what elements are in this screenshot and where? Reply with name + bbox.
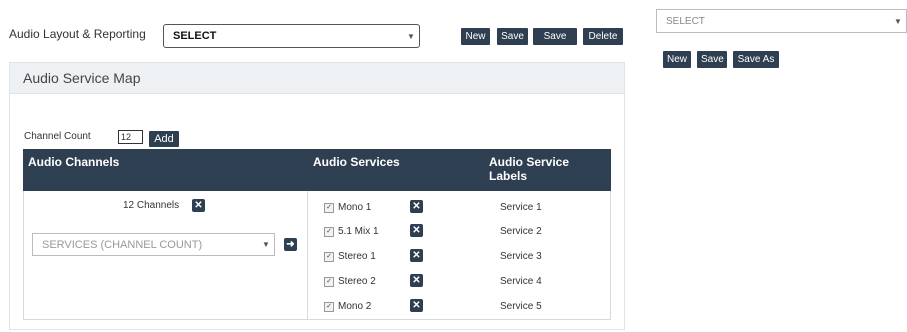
close-icon[interactable]: ✕ [410,274,423,287]
checkbox-checked-icon[interactable]: ✓ [324,277,334,287]
col-audio-services: Audio Services [313,155,400,169]
service-label-3: Service 3 [500,251,542,262]
right-save-as-button[interactable]: Save As [733,51,779,68]
service-name-2: 5.1 Mix 1 [338,226,379,237]
col-audio-service-labels: Audio Service Labels [489,155,569,183]
service-label-2: Service 2 [500,226,542,237]
right-select[interactable]: SELECT ▼ [656,9,907,33]
delete-button[interactable]: Delete [583,28,623,45]
checkbox-checked-icon[interactable]: ✓ [324,227,334,237]
panel-header: Audio Service Map [10,63,624,94]
new-button[interactable]: New [461,28,490,45]
col-labels-line2: Labels [489,169,528,183]
save-as-button[interactable]: Save As [533,28,577,59]
audio-layout-select[interactable]: SELECT ▼ [163,24,420,48]
checkbox-checked-icon[interactable]: ✓ [324,302,334,312]
service-label-5: Service 5 [500,301,542,312]
channel-count-input[interactable]: 12 [118,130,143,144]
table-border-bottom [23,319,611,320]
service-name-3: Stereo 1 [338,251,376,262]
close-icon[interactable]: ✕ [192,199,205,212]
close-icon[interactable]: ✕ [410,299,423,312]
channels-count-text: 12 Channels [123,200,180,211]
table-border-left [23,191,24,319]
right-select-value: SELECT [666,15,705,27]
services-channel-count-select[interactable]: SERVICES (CHANNEL COUNT) ▼ [32,233,275,256]
arrow-right-icon[interactable]: ➜ [284,238,297,251]
audio-layout-label: Audio Layout & Reporting [9,27,146,41]
chevron-down-icon: ▼ [894,16,902,26]
checkbox-checked-icon[interactable]: ✓ [324,203,334,213]
col-audio-channels: Audio Channels [28,155,120,169]
chevron-down-icon: ▼ [262,240,270,249]
right-new-button[interactable]: New [663,51,691,68]
checkbox-checked-icon[interactable]: ✓ [324,252,334,262]
audio-service-map-panel: Audio Service Map [9,62,625,330]
table-border-mid [307,191,308,319]
services-select-value: SERVICES (CHANNEL COUNT) [42,238,203,251]
audio-layout-select-value: SELECT [173,30,217,42]
service-label-4: Service 4 [500,276,542,287]
chevron-down-icon: ▼ [407,31,415,41]
service-name-1: Mono 1 [338,202,372,213]
close-icon[interactable]: ✕ [410,224,423,237]
channel-count-label: Channel Count [24,131,91,142]
col-labels-line1: Audio Service [489,155,570,169]
table-header: Audio Channels Audio Services Audio Serv… [23,149,611,191]
service-label-1: Service 1 [500,202,542,213]
service-name-4: Stereo 2 [338,276,376,287]
close-icon[interactable]: ✕ [410,249,423,262]
service-name-5: Mono 2 [338,301,372,312]
panel-title: Audio Service Map [23,70,141,86]
right-save-button[interactable]: Save [697,51,727,68]
save-button[interactable]: Save [497,28,528,45]
close-icon[interactable]: ✕ [410,200,423,213]
table-border-right [610,191,611,319]
add-button[interactable]: Add [149,131,179,147]
